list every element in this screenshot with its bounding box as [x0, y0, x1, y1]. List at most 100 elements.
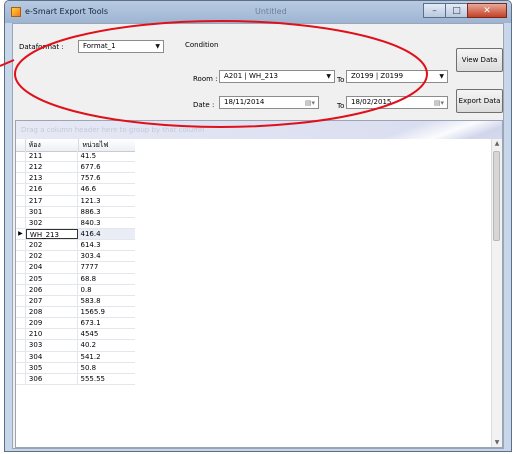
row-indicator — [16, 329, 26, 340]
cell-room[interactable]: 205 — [26, 273, 78, 284]
column-header-units[interactable]: หน่วยไฟ — [79, 139, 135, 151]
table-row[interactable]: 212 677.6 — [16, 162, 136, 174]
cell-units[interactable]: 40.2 — [78, 340, 136, 350]
row-indicator — [16, 318, 26, 329]
cell-units[interactable]: 46.6 — [78, 184, 136, 194]
cell-room[interactable]: 211 — [26, 151, 78, 162]
calendar-icon: ▤▾ — [433, 99, 444, 107]
cell-room[interactable]: 305 — [26, 362, 78, 373]
table-row[interactable]: 305 50.8 — [16, 362, 136, 374]
scroll-thumb[interactable] — [493, 151, 500, 241]
cell-units[interactable]: 303.4 — [78, 251, 136, 261]
window-title: e-Smart Export Tools — [25, 7, 108, 16]
cell-room[interactable]: 207 — [26, 295, 78, 306]
cell-units[interactable]: 41.5 — [78, 151, 136, 161]
cell-units[interactable]: 614.3 — [78, 240, 136, 250]
cell-room[interactable]: 304 — [26, 351, 78, 362]
cell-room[interactable]: 209 — [26, 318, 78, 329]
cell-units[interactable]: 416.4 — [77, 228, 135, 240]
cell-units[interactable]: 121.3 — [78, 196, 136, 206]
cell-room[interactable]: 206 — [26, 284, 78, 295]
cell-units[interactable]: 757.6 — [78, 173, 136, 183]
column-header-room[interactable]: ห้อง — [26, 139, 80, 151]
close-button[interactable]: ✕ — [467, 3, 507, 18]
cell-units[interactable]: 886.3 — [78, 207, 136, 217]
cell-room[interactable]: 202 — [26, 251, 78, 262]
table-row[interactable]: ▶ WH_213 416.4 — [16, 228, 135, 241]
scroll-up-icon[interactable]: ▲ — [492, 140, 502, 147]
table-row[interactable]: 213 757.6 — [16, 173, 136, 185]
calendar-icon: ▤▾ — [304, 99, 315, 107]
table-row[interactable]: 306 555.55 — [16, 373, 136, 385]
cell-units[interactable]: 583.8 — [78, 296, 136, 306]
view-data-button[interactable]: View Data — [456, 48, 503, 72]
row-indicator — [16, 295, 26, 306]
cell-units[interactable]: 4545 — [78, 329, 136, 339]
chevron-down-icon: ▼ — [439, 73, 444, 80]
cell-room[interactable]: 216 — [26, 184, 78, 195]
row-indicator — [16, 251, 26, 262]
cell-room[interactable]: 303 — [26, 340, 78, 351]
table-row[interactable]: 202 614.3 — [16, 240, 136, 252]
row-indicator — [16, 373, 26, 384]
table-row[interactable]: 303 40.2 — [16, 340, 136, 352]
room-to-select[interactable]: Z0199 | Z0199 ▼ — [346, 70, 448, 83]
table-row[interactable]: 210 4545 — [16, 329, 136, 341]
cell-room[interactable]: 217 — [26, 195, 78, 206]
date-from-picker[interactable]: 18/11/2014 ▤▾ — [219, 96, 319, 109]
dataformat-select[interactable]: Format_1 ▼ — [78, 40, 164, 53]
title-bar[interactable]: e-Smart Export Tools Untitled – □ ✕ — [5, 1, 511, 23]
table-row[interactable]: 302 840.3 — [16, 217, 136, 229]
cell-units[interactable]: 555.55 — [78, 374, 136, 384]
client-area: Dataformat : Format_1 ▼ Condition Room :… — [12, 23, 504, 449]
cell-units[interactable]: 840.3 — [78, 218, 136, 228]
app-icon — [11, 7, 21, 17]
scroll-down-icon[interactable]: ▼ — [492, 439, 502, 446]
cell-room[interactable]: 202 — [26, 240, 78, 251]
table-row[interactable]: 205 68.8 — [16, 273, 136, 285]
table-row[interactable]: 209 673.1 — [16, 318, 136, 330]
cell-units[interactable]: 7777 — [78, 262, 136, 272]
minimize-button[interactable]: – — [423, 3, 446, 18]
export-data-button[interactable]: Export Data — [456, 89, 503, 113]
cell-room[interactable]: 213 — [26, 173, 78, 184]
cell-units[interactable]: 68.8 — [78, 274, 136, 284]
cell-units[interactable]: 541.2 — [78, 352, 136, 362]
cell-units[interactable]: 1565.9 — [78, 307, 136, 317]
cell-room[interactable]: 210 — [26, 329, 78, 340]
maximize-button[interactable]: □ — [445, 3, 468, 18]
table-row[interactable]: 202 303.4 — [16, 251, 136, 263]
cell-room[interactable]: 301 — [26, 206, 78, 217]
cell-units[interactable]: 50.8 — [78, 363, 136, 373]
vertical-scrollbar[interactable]: ▲ ▼ — [491, 139, 502, 447]
row-indicator — [16, 306, 26, 318]
table-row[interactable]: 217 121.3 — [16, 195, 136, 207]
cell-units[interactable]: 0.8 — [78, 285, 136, 295]
table-row[interactable]: 206 0.8 — [16, 284, 136, 296]
row-indicator — [16, 206, 26, 217]
table-row[interactable]: 301 886.3 — [16, 206, 136, 218]
group-panel[interactable]: Drag a column header here to group by th… — [16, 121, 502, 139]
table-row[interactable]: 304 541.2 — [16, 351, 136, 363]
cell-units[interactable]: 673.1 — [78, 318, 136, 328]
cell-room[interactable]: WH_213 — [25, 228, 78, 240]
row-indicator — [16, 240, 26, 251]
row-indicator — [16, 184, 26, 195]
cell-units[interactable]: 677.6 — [78, 162, 136, 172]
table-row[interactable]: 208 1565.9 — [16, 306, 136, 319]
room-to-value: Z0199 | Z0199 — [351, 72, 404, 80]
cell-room[interactable]: 208 — [26, 306, 78, 318]
window-title-center: Untitled — [255, 7, 287, 16]
row-indicator — [16, 262, 26, 273]
table-row[interactable]: 204 7777 — [16, 262, 136, 274]
cell-room[interactable]: 302 — [26, 217, 78, 228]
grid-rows: 211 41.5 212 677.6 213 757.6 216 46.6 217 121.3 30… — [16, 151, 135, 385]
table-row[interactable]: 216 46.6 — [16, 184, 136, 196]
table-row[interactable]: 207 583.8 — [16, 295, 136, 307]
room-from-select[interactable]: A201 | WH_213 ▼ — [219, 70, 335, 83]
cell-room[interactable]: 204 — [26, 262, 78, 273]
date-to-picker[interactable]: 18/02/2015 ▤▾ — [346, 96, 448, 109]
cell-room[interactable]: 306 — [26, 373, 78, 384]
table-row[interactable]: 211 41.5 — [16, 151, 136, 163]
cell-room[interactable]: 212 — [26, 162, 78, 173]
